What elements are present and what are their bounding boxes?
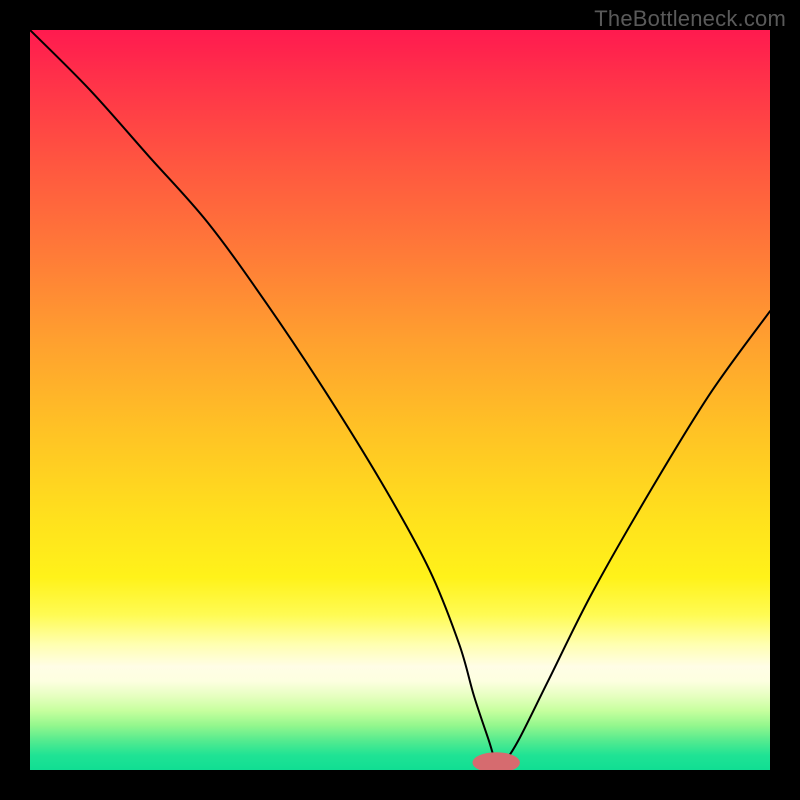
chart-overlay — [30, 30, 770, 770]
watermark: TheBottleneck.com — [594, 6, 786, 32]
plot-area — [30, 30, 770, 770]
bottleneck-curve — [30, 30, 770, 765]
optimal-marker — [473, 752, 520, 770]
chart-frame: TheBottleneck.com — [0, 0, 800, 800]
